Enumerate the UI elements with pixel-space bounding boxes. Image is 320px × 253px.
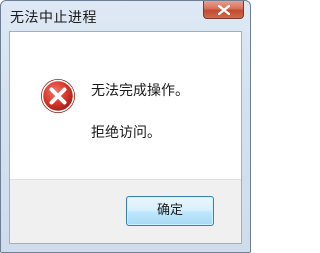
ok-button[interactable]: 确定	[126, 196, 214, 226]
window-title: 无法中止进程	[10, 10, 97, 26]
button-bar: 确定	[10, 179, 241, 243]
dialog-window: 无法中止进程 无法完成操作。 拒绝访问。 确定	[0, 0, 251, 253]
error-detail: 拒绝访问。	[91, 125, 161, 141]
close-button[interactable]	[203, 1, 244, 19]
error-icon	[41, 79, 75, 113]
error-message: 无法完成操作。	[91, 83, 189, 99]
dialog-client-area: 无法完成操作。 拒绝访问。 确定	[9, 31, 242, 244]
message-area: 无法完成操作。 拒绝访问。	[10, 32, 241, 182]
title-bar[interactable]: 无法中止进程	[1, 1, 250, 31]
close-icon	[218, 5, 230, 15]
